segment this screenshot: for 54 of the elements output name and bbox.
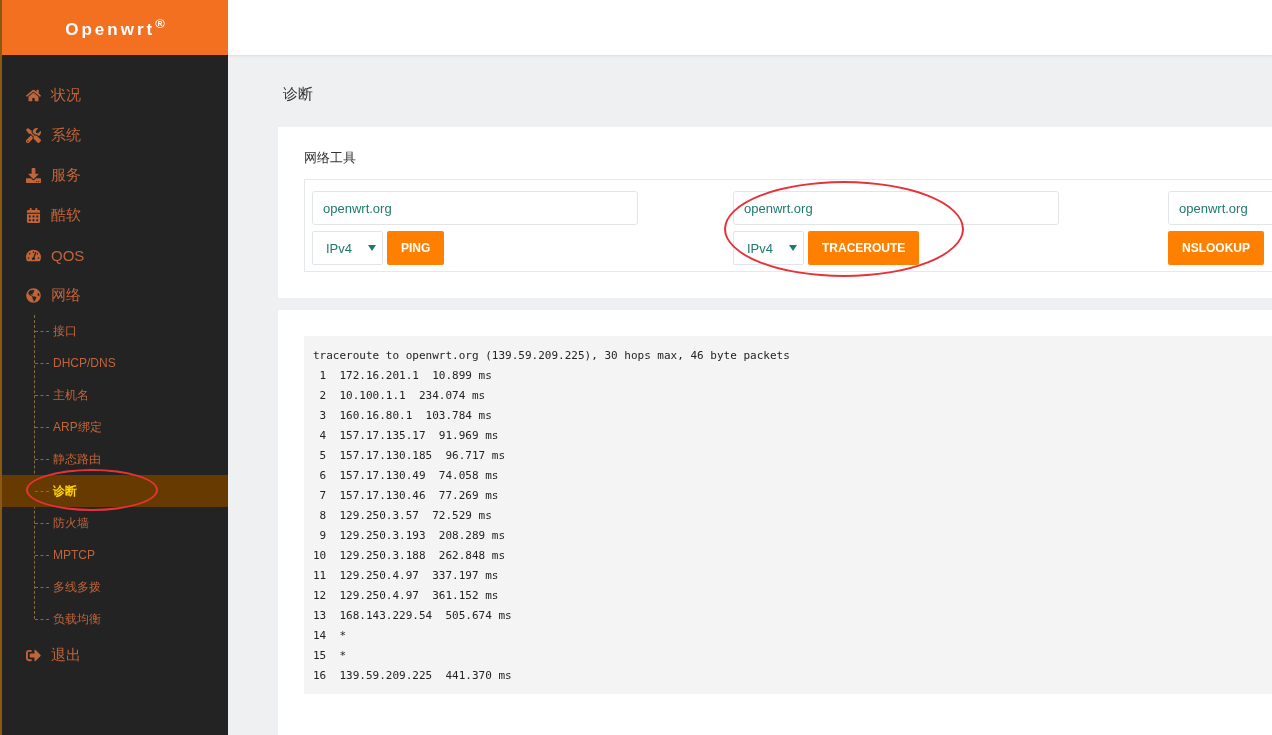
tool-button[interactable]: PING [387,231,445,265]
sidebar-subitem[interactable]: 接口 [2,315,228,347]
caret-icon [368,245,376,251]
gauge-icon [26,247,41,263]
output-line: 15 * [313,648,348,664]
output-line: 10 129.250.3.188 262.848 ms [313,548,507,564]
sidebar-item[interactable]: 网络 [2,275,228,315]
sidebar-item[interactable]: 状况 [2,75,228,115]
brand-logo: Openwrt$^{®}$ [2,0,228,55]
sidebar-subitem[interactable]: 多线多拨 [2,571,228,603]
calendar-icon [26,207,41,223]
download-icon [26,167,41,183]
sidebar-subitem[interactable]: 防火墙 [2,507,228,539]
sidebar-item[interactable]: 酷软 [2,195,228,235]
output-line: 16 139.59.209.225 441.370 ms [313,668,513,684]
output-line: 14 * [313,628,348,644]
output-line: 13 168.143.229.54 505.674 ms [313,608,513,624]
home-icon [26,87,41,103]
host-field[interactable]: openwrt.org [1168,191,1272,225]
output-line: 3 160.16.80.1 103.784 ms [318,408,493,424]
sidebar-subitem[interactable]: 负载均衡 [2,603,228,635]
sidebar-subitem[interactable]: 主机名 [2,379,228,411]
tool-button[interactable]: NSLOOKUP [1168,231,1264,265]
logout-icon [26,647,41,663]
output-line: 5 157.17.130.185 96.717 ms [318,448,507,464]
output-line: 6 157.17.130.49 74.058 ms [318,468,500,484]
page-title: 诊断 [283,85,314,104]
sidebar-subitem[interactable]: 静态路由 [2,443,228,475]
protocol-select[interactable]: IPv4 [312,231,383,265]
output-line: 2 10.100.1.1 234.074 ms [318,388,487,404]
tools-icon [26,127,41,143]
output-line: 1 172.16.201.1 10.899 ms [318,368,493,384]
sidebar-subitem[interactable]: MPTCP [2,539,228,571]
output-line: 9 129.250.3.193 208.289 ms [318,528,507,544]
output-line: 11 129.250.4.97 337.197 ms [313,568,500,584]
sidebar-subitem[interactable]: 诊断 [2,475,228,507]
output-line: 7 157.17.130.46 77.269 ms [318,488,500,504]
output-line: 12 129.250.4.97 361.152 ms [313,588,500,604]
protocol-select[interactable]: IPv4 [733,231,804,265]
sidebar-item[interactable]: 系统 [2,115,228,155]
output-line: traceroute to openwrt.org (139.59.209.225), 30 hops max, 46 byte packets [313,348,791,364]
sidebar-subitem[interactable]: DHCP/DNS [2,347,228,379]
section-title: 网络工具 [304,149,357,167]
host-field[interactable]: openwrt.org [312,191,638,225]
output-line: 4 157.17.135.17 91.969 ms [318,428,500,444]
sidebar-item[interactable]: QOS [2,235,228,275]
globe-icon [26,287,41,303]
sidebar-subitem[interactable]: ARP绑定 [2,411,228,443]
sidebar-item[interactable]: 服务 [2,155,228,195]
caret-icon [789,245,797,251]
tool-button[interactable]: TRACEROUTE [808,231,920,265]
output-line: 8 129.250.3.57 72.529 ms [318,508,493,524]
sidebar-item[interactable]: 退出 [2,635,228,675]
host-field[interactable]: openwrt.org [733,191,1059,225]
